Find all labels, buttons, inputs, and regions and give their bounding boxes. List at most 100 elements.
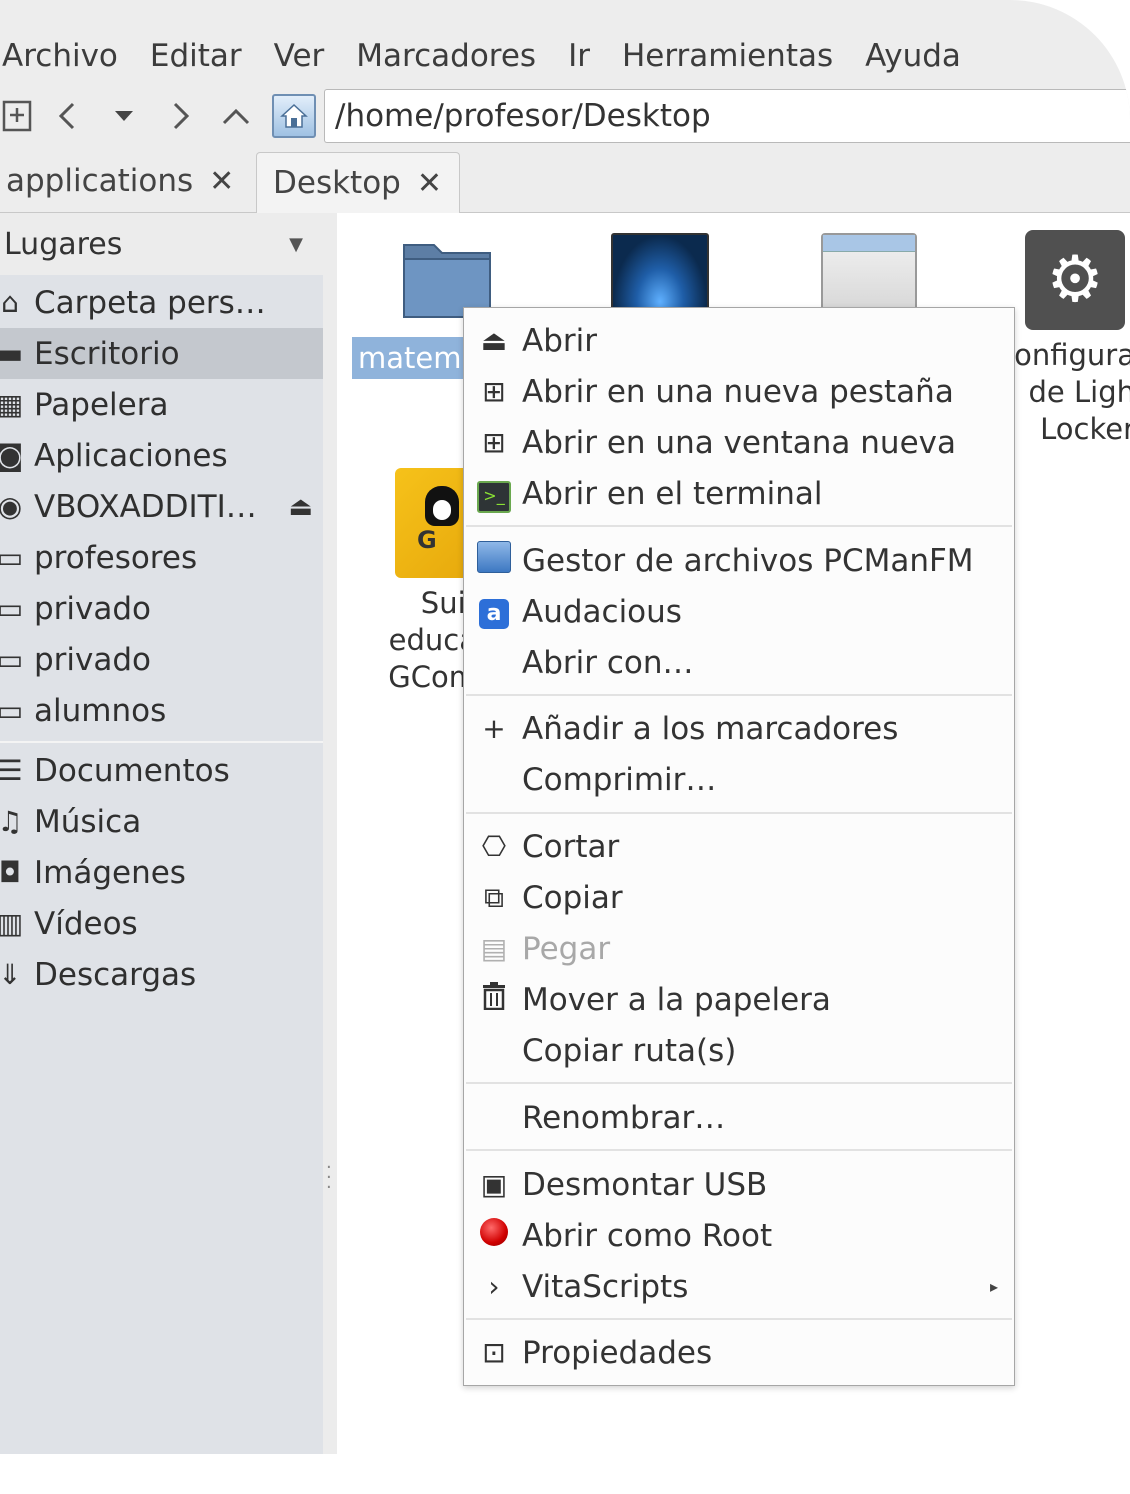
new-tab-icon: ⊞ <box>482 375 506 408</box>
menu-item-abrir[interactable]: ⏏ Abrir <box>464 315 1012 366</box>
menu-item-paste: ▤ Pegar <box>464 923 1012 974</box>
menu-item-label: Audacious <box>522 593 682 630</box>
sidebar-item-label: VBOXADDITI… <box>34 488 257 525</box>
chevron-right-icon <box>173 102 190 130</box>
application-window-icon[interactable] <box>821 233 917 311</box>
context-menu: ⏏ Abrir ⊞ Abrir en una nueva pestaña ⊞ A… <box>463 307 1015 1386</box>
menu-marcadores[interactable]: Marcadores <box>340 38 552 74</box>
menu-ayuda[interactable]: Ayuda <box>849 38 977 74</box>
home-icon: ⌂ <box>1 286 19 319</box>
sidebar-item-documentos[interactable]: ☰ Documentos <box>0 745 323 796</box>
menu-herramientas[interactable]: Herramientas <box>606 38 849 74</box>
menu-item-move-to-trash[interactable]: Mover a la papelera <box>464 974 1012 1025</box>
menu-item-add-bookmark[interactable]: + Añadir a los marcadores <box>464 703 1012 754</box>
sidebar-resize-handle[interactable]: · · · <box>323 213 337 1454</box>
menu-item-label: Abrir en una nueva pestaña <box>522 373 954 410</box>
menu-item-cut[interactable]: ⎔ Cortar <box>464 821 1012 872</box>
menu-item-copy-path[interactable]: Copiar ruta(s) <box>464 1025 1012 1076</box>
menu-item-open-new-tab[interactable]: ⊞ Abrir en una nueva pestaña <box>464 366 1012 417</box>
close-tab-icon[interactable]: ✕ <box>417 166 442 201</box>
file-name-line: educa <box>388 623 477 657</box>
menu-item-label: Añadir a los marcadores <box>522 710 899 747</box>
properties-icon: ⊡ <box>482 1336 506 1369</box>
tab-desktop[interactable]: Desktop ✕ <box>256 152 460 213</box>
sidebar-item-descargas[interactable]: ⇓ Descargas <box>0 949 323 1000</box>
sidebar-item-alumnos[interactable]: ▭ alumnos <box>0 685 323 736</box>
network-share-icon: ▭ <box>0 541 24 574</box>
menu-item-label: Copiar ruta(s) <box>522 1032 737 1069</box>
gcompris-letter: G <box>417 526 437 554</box>
menu-item-rename[interactable]: Renombrar… <box>464 1092 1012 1143</box>
menu-item-audacious[interactable]: a Audacious <box>464 586 1012 637</box>
desktop-icon: ▬ <box>0 337 24 370</box>
path-input[interactable]: /home/profesor/Desktop <box>324 89 1130 143</box>
new-window-icon: ⊞ <box>482 426 506 459</box>
sidebar-item-musica[interactable]: ♫ Música <box>0 796 323 847</box>
chevron-up-icon <box>222 108 250 125</box>
home-button[interactable] <box>272 94 316 138</box>
chevron-left-icon <box>58 102 75 130</box>
videos-icon: ▥ <box>0 907 24 940</box>
eject-icon[interactable]: ⏏ <box>288 492 313 522</box>
menu-separator <box>466 812 1012 814</box>
menu-separator <box>466 525 1012 527</box>
file-manager-window: Archivo Editar Ver Marcadores Ir Herrami… <box>0 0 1130 1454</box>
file-name: matem <box>358 341 462 375</box>
menu-item-unmount-usb[interactable]: ▣ Desmontar USB <box>464 1159 1012 1210</box>
menu-item-compress[interactable]: Comprimir… <box>464 754 1012 805</box>
root-icon <box>480 1218 508 1246</box>
sidebar-item-imagenes[interactable]: ◘ Imágenes <box>0 847 323 898</box>
sidebar-item-desktop[interactable]: ▬ Escritorio <box>0 328 323 379</box>
menu-ir[interactable]: Ir <box>552 38 606 74</box>
paste-icon: ▤ <box>480 932 508 965</box>
sidebar-divider <box>0 741 323 743</box>
tab-applications[interactable]: applications ✕ <box>0 152 258 210</box>
sidebar-item-profesores[interactable]: ▭ profesores <box>0 532 323 583</box>
menu-item-open-as-root[interactable]: Abrir como Root <box>464 1210 1012 1261</box>
light-locker-config-label[interactable]: onfigura de Ligh Locker <box>995 337 1130 448</box>
up-button[interactable] <box>208 90 264 142</box>
sidebar-item-videos[interactable]: ▥ Vídeos <box>0 898 323 949</box>
menu-item-copy[interactable]: ⧉ Copiar <box>464 872 1012 923</box>
menu-item-open-terminal[interactable]: >_ Abrir en el terminal <box>464 468 1012 519</box>
new-tab-button[interactable] <box>0 90 40 142</box>
usb-icon: ▣ <box>480 1168 508 1201</box>
file-name-line: GCom <box>388 660 477 694</box>
forward-button[interactable] <box>152 90 208 142</box>
back-button[interactable] <box>40 90 96 142</box>
close-tab-icon[interactable]: ✕ <box>209 164 234 199</box>
menu-ver[interactable]: Ver <box>258 38 341 74</box>
pictures-icon: ◘ <box>0 856 22 889</box>
menu-item-label: Renombrar… <box>522 1099 726 1136</box>
sidebar-item-home[interactable]: ⌂ Carpeta pers… <box>0 277 323 328</box>
sidebar-header[interactable]: Lugares ▼ <box>0 213 323 275</box>
menu-archivo[interactable]: Archivo <box>0 38 134 74</box>
sidebar-item-vboxadditions[interactable]: ◉ VBOXADDITI… ⏏ <box>0 481 323 532</box>
menu-item-pcmanfm[interactable]: Gestor de archivos PCManFM <box>464 535 1012 586</box>
sidebar-item-label: alumnos <box>34 692 167 729</box>
gcompris-label[interactable]: Suit educa GCom <box>377 585 477 696</box>
sidebar-item-privado[interactable]: ▭ privado <box>0 583 323 634</box>
video-file-icon[interactable] <box>611 233 709 311</box>
menu-item-label: VitaScripts <box>522 1268 689 1305</box>
pcmanfm-icon <box>477 541 511 573</box>
gear-icon[interactable]: ⚙ <box>1025 230 1125 330</box>
sidebar-item-applications[interactable]: ◙ Aplicaciones <box>0 430 323 481</box>
toolbar: /home/profesor/Desktop <box>0 88 1130 144</box>
history-dropdown-button[interactable] <box>96 90 152 142</box>
trash-icon: ▦ <box>0 388 24 421</box>
menu-item-label: Desmontar USB <box>522 1166 768 1203</box>
sidebar-item-privado-2[interactable]: ▭ privado <box>0 634 323 685</box>
menu-editar[interactable]: Editar <box>134 38 258 74</box>
cut-icon: ⎔ <box>481 830 507 863</box>
sidebar-item-trash[interactable]: ▦ Papelera <box>0 379 323 430</box>
menu-item-label: Abrir en una ventana nueva <box>522 424 956 461</box>
menu-item-open-with[interactable]: Abrir con… <box>464 637 1012 688</box>
menu-item-properties[interactable]: ⊡ Propiedades <box>464 1327 1012 1378</box>
sidebar-item-label: profesores <box>34 539 198 576</box>
menu-item-open-new-window[interactable]: ⊞ Abrir en una ventana nueva <box>464 417 1012 468</box>
menu-item-vitascripts[interactable]: › VitaScripts ▸ <box>464 1261 1012 1312</box>
copy-icon: ⧉ <box>484 880 504 914</box>
menu-item-label: Propiedades <box>522 1334 713 1371</box>
tux-icon <box>425 486 459 526</box>
